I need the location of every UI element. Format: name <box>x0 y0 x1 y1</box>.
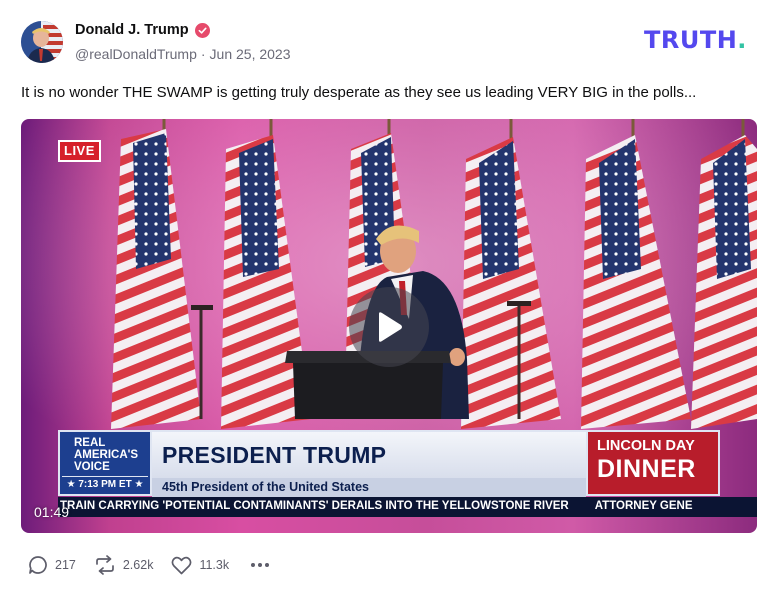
chyron-headline: PRESIDENT TRUMP <box>152 430 586 478</box>
ticker-item: TRAIN CARRYING 'POTENTIAL CONTAMINANTS' … <box>60 500 569 512</box>
heart-icon <box>172 556 192 574</box>
brand-dot: . <box>737 26 747 54</box>
avatar[interactable] <box>21 21 63 63</box>
retruth-button[interactable]: 2.62k <box>94 555 154 575</box>
truth-logo[interactable]: TRUTH. <box>644 28 747 52</box>
verified-check-icon <box>194 22 210 38</box>
meta-separator: · <box>200 46 206 62</box>
network-logo: REAL AMERICA'S VOICE ★ 7:13 PM ET ★ <box>58 430 152 496</box>
post-text: It is no wonder THE SWAMP is getting tru… <box>21 84 697 101</box>
chyron-subline: 45th President of the United States <box>152 478 586 497</box>
truth-post: Donald J. Trump @realDonaldTrump · Jun 2… <box>0 0 778 596</box>
retruth-icon <box>96 555 114 575</box>
more-icon[interactable] <box>251 563 270 567</box>
post-meta: @realDonaldTrump · Jun 25, 2023 <box>75 46 291 62</box>
live-badge: LIVE <box>58 140 101 162</box>
logo-line-1: REAL <box>74 437 106 449</box>
event-line-2: DINNER <box>597 455 696 483</box>
reply-button[interactable]: 217 <box>28 555 76 575</box>
play-button[interactable] <box>349 287 429 367</box>
post-actions: 217 2.62k 11.3k <box>28 555 270 575</box>
post-date[interactable]: Jun 25, 2023 <box>210 46 291 62</box>
video-duration: 01:49 <box>34 504 70 520</box>
event-line-1: LINCOLN DAY <box>597 438 695 454</box>
reply-count: 217 <box>55 558 76 572</box>
logo-line-2: AMERICA'S <box>74 449 139 461</box>
ticker-item-next: ATTORNEY GENE <box>594 500 693 512</box>
event-banner: LINCOLN DAY DINNER <box>586 430 720 496</box>
like-button[interactable]: 11.3k <box>171 556 229 575</box>
more-dot <box>258 563 263 567</box>
more-dot <box>251 563 256 567</box>
news-ticker: TRAIN CARRYING 'POTENTIAL CONTAMINANTS' … <box>58 497 757 517</box>
broadcast-time: ★ 7:13 PM ET ★ <box>62 476 148 492</box>
retruth-count: 2.62k <box>122 558 154 572</box>
display-name[interactable]: Donald J. Trump <box>75 22 189 38</box>
more-dot <box>265 563 270 567</box>
like-count: 11.3k <box>199 558 230 572</box>
reply-icon <box>29 556 47 574</box>
author-name-row: Donald J. Trump <box>75 22 210 38</box>
brand-name: TRUTH <box>644 26 738 54</box>
logo-line-3: VOICE <box>74 461 110 473</box>
video-player[interactable]: LIVE REAL AMERICA'S VOICE ★ 7:13 PM ET ★… <box>21 119 757 533</box>
handle[interactable]: @realDonaldTrump <box>75 46 197 62</box>
play-icon <box>379 312 402 342</box>
